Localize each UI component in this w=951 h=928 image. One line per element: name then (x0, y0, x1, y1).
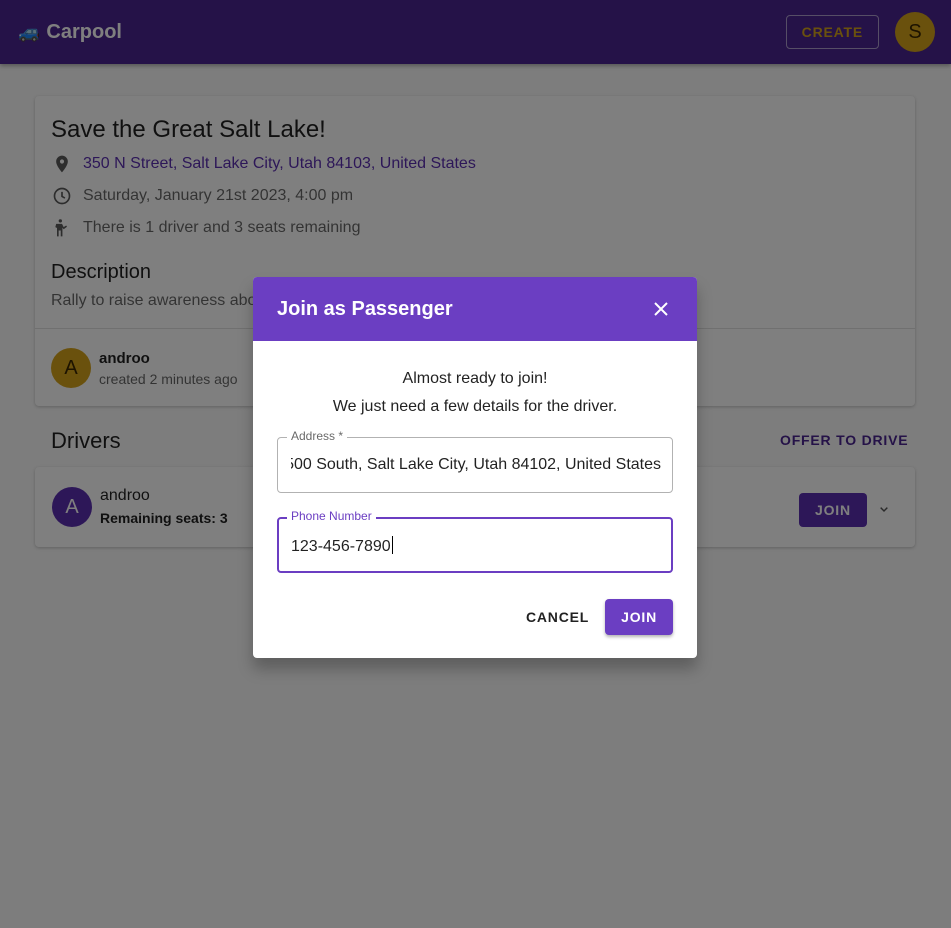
close-icon[interactable] (649, 297, 673, 321)
phone-label: Phone Number (287, 509, 376, 523)
address-value: 500 South, Salt Lake City, Utah 84102, U… (291, 456, 661, 473)
address-label: Address * (287, 429, 348, 443)
phone-field[interactable]: Phone Number 123-456-7890 (277, 509, 673, 573)
dialog-header: Join as Passenger (253, 277, 697, 341)
dialog-actions: CANCEL JOIN (518, 599, 673, 635)
dialog-message: Almost ready to join! We just need a few… (253, 365, 697, 421)
cancel-button[interactable]: CANCEL (518, 599, 597, 635)
join-passenger-dialog: Join as Passenger Almost ready to join! … (253, 277, 697, 658)
text-caret (391, 536, 393, 554)
phone-value: 123-456-7890 (291, 538, 391, 555)
address-field[interactable]: Address * 500 South, Salt Lake City, Uta… (277, 429, 673, 493)
dialog-message-line2: We just need a few details for the drive… (332, 398, 618, 415)
join-button[interactable]: JOIN (605, 599, 673, 635)
dialog-title: Join as Passenger (277, 297, 453, 320)
address-input[interactable]: 500 South, Salt Lake City, Utah 84102, U… (291, 456, 661, 474)
dialog-message-line1: Almost ready to join! (402, 370, 548, 387)
phone-input[interactable]: 123-456-7890 (291, 536, 661, 556)
